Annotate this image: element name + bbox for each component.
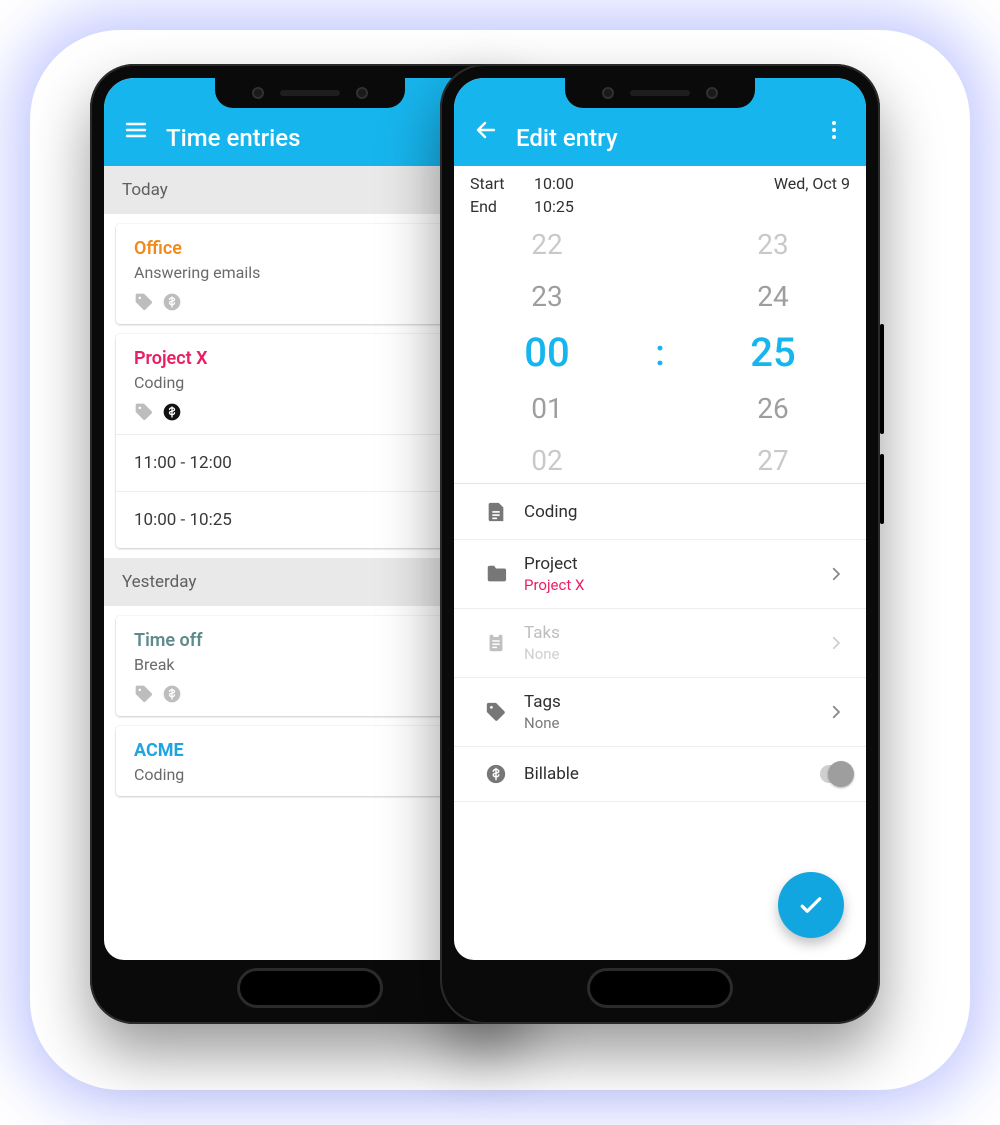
dollar-icon — [162, 684, 182, 704]
entry-description: Coding — [134, 373, 486, 392]
document-icon — [485, 501, 507, 523]
wheel-minute-option[interactable]: 23 — [757, 223, 788, 267]
entry-description: Break — [134, 655, 486, 674]
tag-icon — [134, 684, 154, 704]
time-wheel-picker[interactable]: 22 23 00 01 02 : 23 24 25 26 27 — [454, 223, 866, 483]
wheel-hours[interactable]: 22 23 00 01 02 — [454, 223, 640, 483]
tags-label: Tags — [524, 692, 820, 712]
hamburger-icon — [124, 118, 148, 142]
back-button[interactable] — [464, 108, 508, 152]
billable-label: Billable — [524, 764, 820, 784]
menu-button[interactable] — [114, 108, 158, 152]
tag-icon — [134, 402, 154, 422]
dollar-icon — [485, 763, 507, 785]
entry-description: Answering emails — [134, 263, 486, 282]
entry-icons — [134, 402, 486, 422]
screen-right: Edit entry Start 10:00 Wed, Oct 9 End 10… — [454, 78, 866, 960]
project-name: Project X — [134, 348, 486, 369]
phone-right: Edit entry Start 10:00 Wed, Oct 9 End 10… — [440, 64, 880, 1024]
front-camera-icon — [602, 87, 614, 99]
folder-icon — [485, 563, 507, 585]
tag-icon — [134, 292, 154, 312]
chevron-right-icon — [827, 565, 845, 583]
tags-value: None — [524, 714, 820, 732]
task-value: None — [524, 645, 820, 663]
project-label: Project — [524, 554, 820, 574]
overflow-menu-button[interactable] — [812, 108, 856, 152]
page-title: Time entries — [166, 124, 300, 152]
description-row[interactable]: Coding — [454, 483, 866, 539]
end-value[interactable]: 10:25 — [534, 197, 774, 216]
wheel-hour-option[interactable]: 01 — [531, 387, 562, 431]
volume-button[interactable] — [880, 324, 884, 434]
wheel-minute-selected[interactable]: 25 — [750, 327, 795, 379]
entry-date[interactable]: Wed, Oct 9 — [774, 174, 850, 193]
entry-description: Coding — [134, 765, 486, 784]
check-icon — [796, 890, 826, 920]
billable-toggle[interactable] — [820, 765, 852, 783]
task-label: Taks — [524, 623, 820, 643]
project-name: ACME — [134, 740, 486, 761]
front-camera-icon — [252, 87, 264, 99]
speaker-icon — [630, 90, 690, 96]
project-row[interactable]: Project Project X — [454, 539, 866, 608]
sensor-icon — [356, 87, 368, 99]
entry-icons — [134, 292, 486, 312]
home-button[interactable] — [237, 968, 383, 1008]
notch — [565, 78, 755, 108]
project-name: Office — [134, 238, 486, 259]
speaker-icon — [280, 90, 340, 96]
sensor-icon — [706, 87, 718, 99]
time-colon: : — [640, 223, 680, 483]
tags-row[interactable]: Tags None — [454, 677, 866, 746]
entry-icons — [134, 684, 486, 704]
end-label: End — [470, 197, 534, 216]
task-row[interactable]: Taks None — [454, 608, 866, 677]
time-meta: Start 10:00 Wed, Oct 9 End 10:25 — [454, 166, 866, 223]
chevron-right-icon — [827, 703, 845, 721]
project-name: Time off — [134, 630, 486, 651]
wheel-minute-option[interactable]: 26 — [757, 387, 788, 431]
wheel-hour-option[interactable]: 02 — [531, 439, 562, 483]
clipboard-icon — [485, 632, 507, 654]
phone-chin — [440, 960, 880, 1024]
start-label: Start — [470, 174, 534, 193]
power-button[interactable] — [880, 454, 884, 524]
tag-icon — [485, 701, 507, 723]
wheel-minute-option[interactable]: 24 — [757, 275, 788, 319]
project-value: Project X — [524, 576, 820, 594]
wheel-hour-selected[interactable]: 00 — [524, 327, 569, 379]
home-button[interactable] — [587, 968, 733, 1008]
chevron-right-icon — [827, 634, 845, 652]
description-value: Coding — [524, 502, 820, 522]
wheel-minute-option[interactable]: 27 — [757, 439, 788, 483]
notch — [215, 78, 405, 108]
more-vertical-icon — [822, 118, 846, 142]
dollar-icon — [162, 292, 182, 312]
page-title: Edit entry — [516, 124, 618, 152]
wheel-hour-option[interactable]: 23 — [531, 275, 562, 319]
dollar-icon — [162, 402, 182, 422]
start-value[interactable]: 10:00 — [534, 174, 774, 193]
wheel-hour-option[interactable]: 22 — [531, 223, 562, 267]
arrow-left-icon — [474, 118, 498, 142]
billable-row[interactable]: Billable — [454, 746, 866, 802]
confirm-fab[interactable] — [778, 872, 844, 938]
wheel-minutes[interactable]: 23 24 25 26 27 — [680, 223, 866, 483]
toggle-knob-icon — [828, 761, 854, 787]
